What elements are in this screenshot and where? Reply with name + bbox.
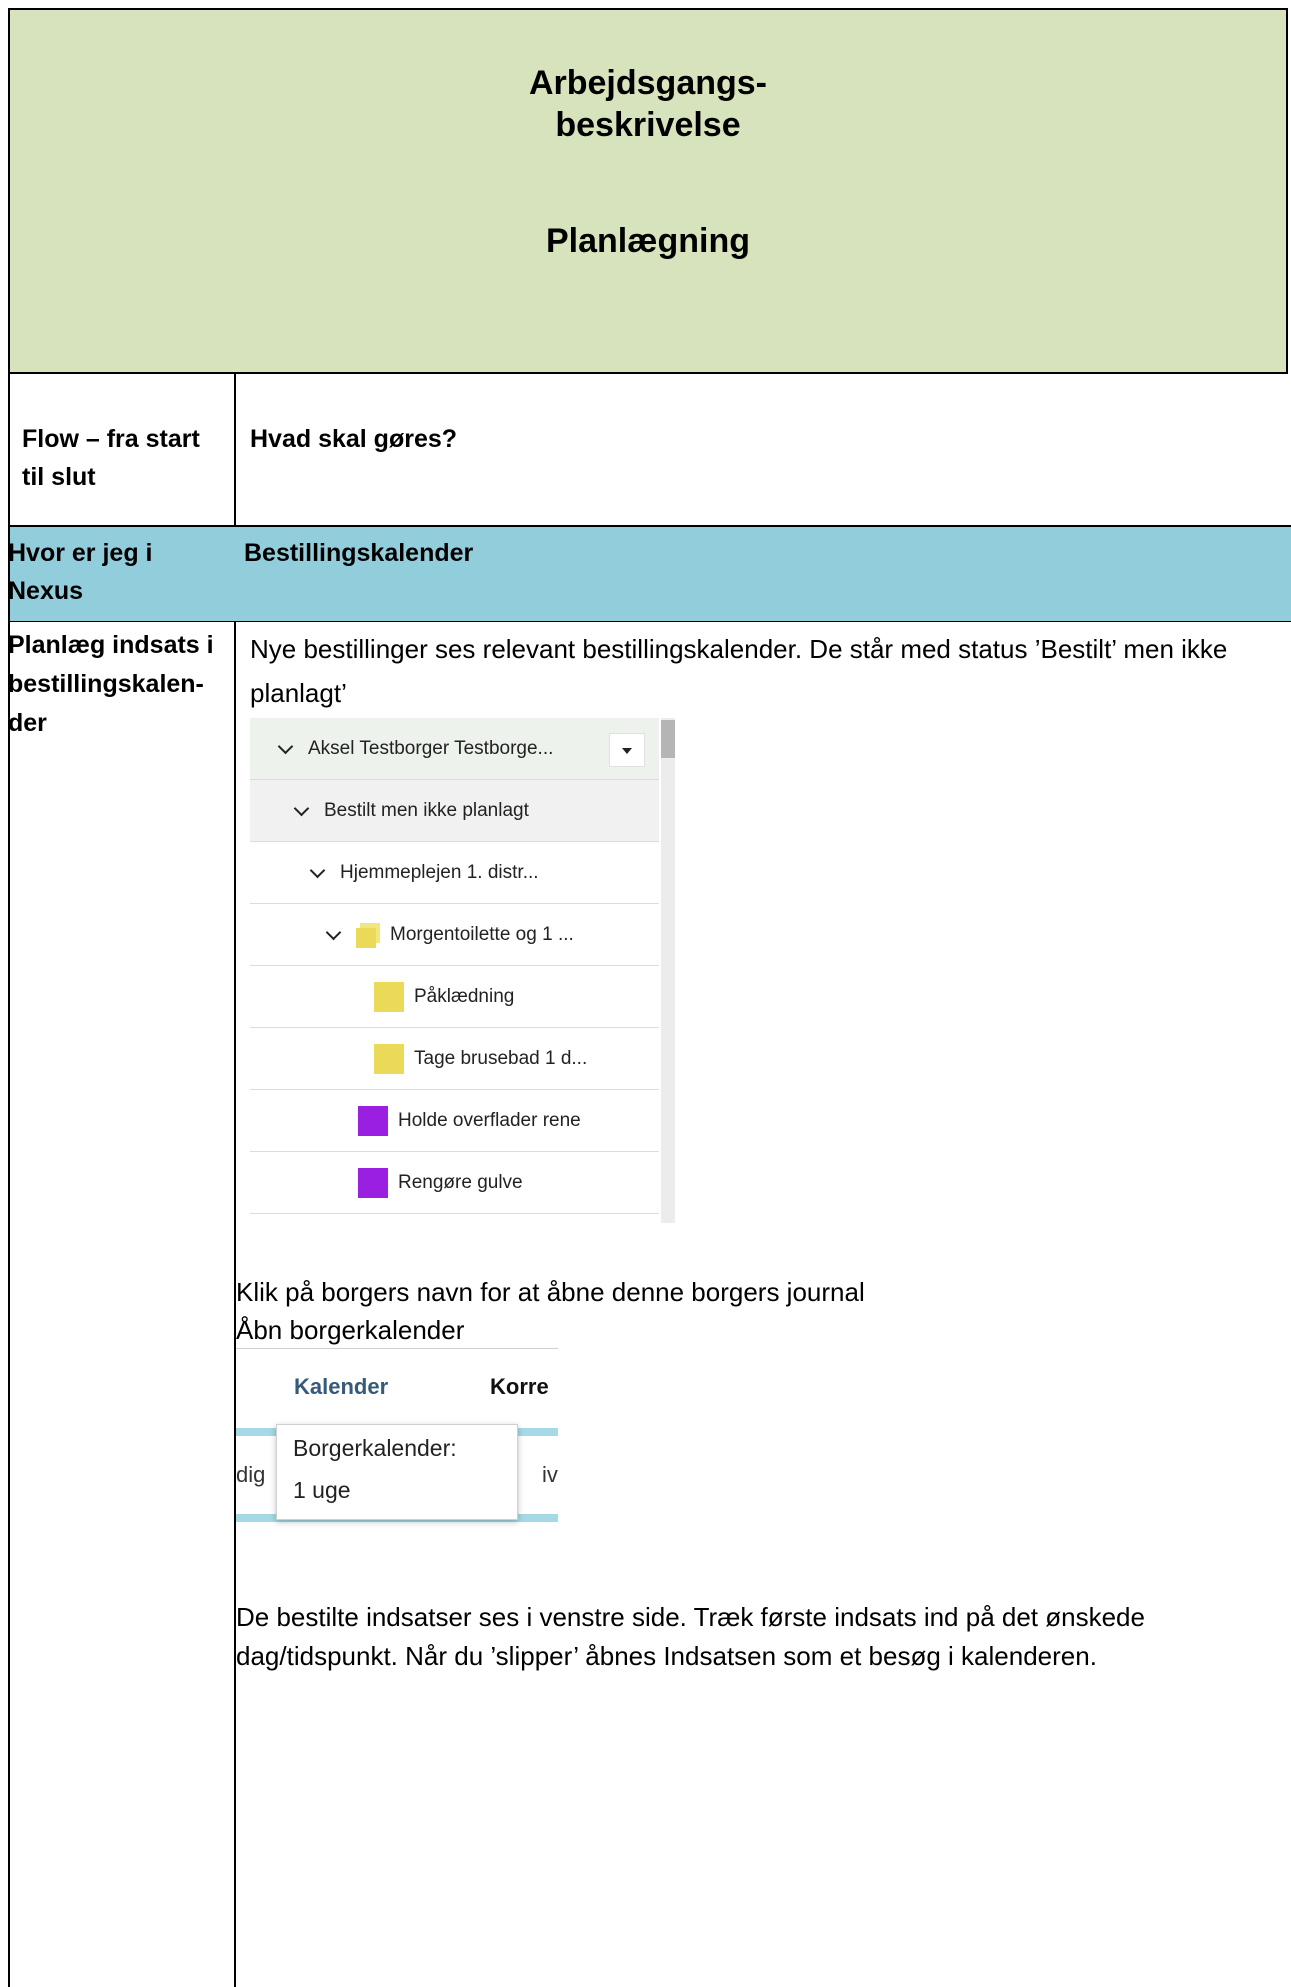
chevron-down-icon[interactable] [278,741,294,757]
drag-instruction-text: De bestilte indsatser ses i venstre side… [236,1602,1145,1671]
tree-item-citizen[interactable]: Aksel Testborger Testborge... [250,718,659,780]
tree-item-status-group[interactable]: Bestilt men ikke planlagt [250,780,659,842]
yellow-square-icon [374,1043,404,1074]
background-text-fragment: dig [236,1462,266,1487]
document-page: Arbejdsgangs- beskrivelse Planlægning Fl… [0,0,1291,1987]
open-calendar-line: Åbn borgerkalender [236,1315,465,1345]
title-line-1: Arbejdsgangs- [528,64,768,102]
yellow-square-icon [374,981,404,1012]
tree-item-district[interactable]: Hjemmeplejen 1. distr... [250,842,659,904]
tree-item-label: Rengøre gulve [398,1171,523,1193]
chevron-down-icon[interactable] [326,927,342,943]
chevron-down-icon[interactable] [294,803,310,819]
open-journal-text: Klik på borgers navn for at åbne denne b… [236,1273,1276,1349]
scrollbar-thumb[interactable] [661,720,675,758]
tab-korre[interactable]: Korre [490,1374,549,1400]
dropdown-caret-icon[interactable] [609,733,645,767]
title-line-2: beskrivelse [555,106,741,144]
nexus-location-value: Bestillingskalender [244,539,474,567]
tree-item-label: Holde overflader rene [398,1109,581,1131]
tree-item-intervention[interactable]: Holde overflader rene [250,1090,659,1152]
document-title: Arbejdsgangs- beskrivelse [10,62,1286,146]
purple-square-icon [358,1105,388,1136]
background-text-fragment: iv [542,1462,558,1487]
open-journal-line: Klik på borgers navn for at åbne denne b… [236,1277,865,1307]
tree-item-label: Hjemmeplejen 1. distr... [340,861,539,883]
tree-item-label: Bestilt men ikke planlagt [324,799,529,821]
tree-item-label: Tage brusebad 1 d... [414,1047,588,1069]
tree-item-package[interactable]: Morgentoilette og 1 ... [250,904,659,966]
chevron-down-icon[interactable] [310,865,326,881]
step-intro-text: Nye bestillinger ses relevant bestilling… [250,634,1228,708]
menu-item-sublabel: 1 uge [293,1477,351,1503]
purple-square-icon [358,1167,388,1198]
order-tree-screenshot: Aksel Testborger Testborge... Bestilt me… [250,718,675,1223]
column-header-flow: Flow – fra start til slut [22,425,200,491]
tree-scrollbar[interactable] [661,718,675,1223]
divider [236,1348,558,1349]
tree-item-intervention[interactable]: Rengøre gulve [250,1152,659,1214]
column-header-action: Hvad skal gøres? [250,425,458,453]
step-label: Planlæg indsats i bestillingskalen-der [8,631,214,737]
borgerkalender-menu-item[interactable]: Borgerkalender: 1 uge [276,1424,518,1520]
package-stack-icon [356,922,380,948]
document-subtitle: Planlægning [546,222,750,260]
calendar-menu-screenshot: Kalender Korre dig iv Borgerkalender: 1 … [236,1348,558,1530]
nexus-location-label: Hvor er jeg i Nexus [8,539,153,605]
tree-item-label: Aksel Testborger Testborge... [308,737,554,759]
tab-kalender[interactable]: Kalender [294,1374,388,1400]
tree-item-label: Morgentoilette og 1 ... [390,923,574,945]
tree-item-label: Påklædning [414,985,515,1007]
document-header: Arbejdsgangs- beskrivelse Planlægning [8,8,1288,374]
tree-item-intervention[interactable]: Påklædning [250,966,659,1028]
menu-item-label: Borgerkalender: [293,1435,457,1461]
tree-item-intervention[interactable]: Tage brusebad 1 d... [250,1028,659,1090]
